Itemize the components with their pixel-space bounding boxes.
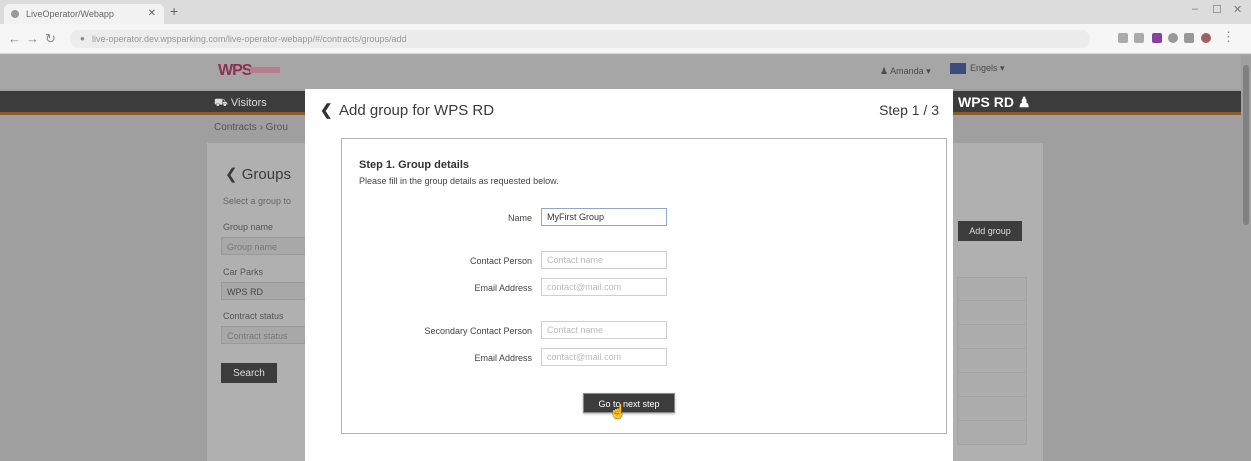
reload-icon[interactable]: ↻: [45, 31, 56, 47]
extension-icon[interactable]: [1134, 33, 1144, 43]
table-row[interactable]: [957, 373, 1027, 397]
car-icon: ⛟: [214, 97, 231, 109]
secondary-contact-input[interactable]: [541, 321, 667, 339]
secondary-contact-label: Secondary Contact Person: [424, 326, 532, 336]
app-header: WPS ♟ Amanda ▾ Engels ▾: [0, 55, 1251, 89]
name-label: Name: [507, 213, 532, 223]
section-title: Step 1. Group details: [359, 159, 470, 171]
wps-logo: WPS: [218, 62, 252, 79]
browser-tab[interactable]: LiveOperator/Webapp ✕: [4, 4, 164, 24]
email-input[interactable]: [541, 278, 667, 296]
groups-instruction: Select a group to: [223, 196, 292, 206]
breadcrumb[interactable]: Contracts › Grou: [214, 122, 288, 133]
extension-icon[interactable]: [1152, 33, 1162, 43]
car-park-select[interactable]: WPS RD: [221, 282, 317, 300]
browser-menu-icon[interactable]: ⋮: [1222, 29, 1235, 45]
group-details-form: Step 1. Group details Please fill in the…: [341, 138, 947, 434]
search-button[interactable]: Search: [221, 363, 277, 383]
next-step-button[interactable]: Go to next step: [583, 393, 675, 413]
section-subtitle: Please fill in the group details as requ…: [359, 176, 559, 186]
step-indicator: Step 1 / 3: [879, 102, 939, 118]
groups-title: ❮ Groups: [225, 166, 291, 183]
back-chevron-icon[interactable]: ❮: [225, 166, 238, 183]
modal-title: Add group for WPS RD: [339, 102, 495, 119]
secondary-email-label: Email Address: [474, 353, 532, 363]
page-scrollbar[interactable]: [1241, 55, 1251, 461]
minimize-icon[interactable]: –: [1192, 3, 1198, 15]
contract-status-label: Contract status: [223, 311, 284, 321]
modal-back-icon[interactable]: ❮: [320, 101, 333, 119]
groups-table: [957, 277, 1027, 461]
address-bar[interactable]: ● live-operator.dev.wpsparking.com/live-…: [70, 30, 1090, 48]
maximize-icon[interactable]: ☐: [1212, 3, 1222, 16]
table-row[interactable]: [957, 277, 1027, 301]
back-icon[interactable]: ←: [8, 31, 21, 46]
email-label: Email Address: [474, 283, 532, 293]
scrollbar-thumb[interactable]: [1243, 65, 1249, 225]
window-close-icon[interactable]: ✕: [1233, 3, 1242, 16]
group-name-filter[interactable]: Group name: [221, 237, 317, 255]
group-name-label: Group name: [223, 222, 274, 232]
car-park-title: WPS RD ♟: [958, 94, 1031, 110]
logo-tagline: [250, 67, 280, 73]
bookmark-icon[interactable]: [1118, 33, 1128, 43]
forward-icon[interactable]: →: [26, 31, 39, 46]
add-group-button[interactable]: Add group: [958, 221, 1022, 241]
extensions-puzzle-icon[interactable]: [1184, 33, 1194, 43]
browser-tabstrip: LiveOperator/Webapp ✕ + – ☐ ✕: [0, 0, 1251, 24]
url-text: live-operator.dev.wpsparking.com/live-op…: [92, 34, 407, 44]
contact-person-label: Contact Person: [469, 256, 532, 266]
mouse-cursor-icon: ☝: [609, 403, 627, 419]
user-icon: ♟: [880, 66, 891, 76]
favicon-icon: [11, 10, 19, 18]
user-menu[interactable]: ♟ Amanda ▾: [880, 66, 931, 77]
secondary-email-input[interactable]: [541, 348, 667, 366]
table-row[interactable]: [957, 325, 1027, 349]
tab-close-icon[interactable]: ✕: [148, 8, 156, 19]
flag-icon: [950, 63, 966, 75]
browser-toolbar: ← → ↻ ● live-operator.dev.wpsparking.com…: [0, 24, 1251, 54]
name-input[interactable]: [541, 208, 667, 226]
extension-icon[interactable]: [1168, 33, 1178, 43]
profile-avatar-icon[interactable]: [1201, 33, 1211, 43]
car-park-label: Car Parks: [223, 267, 264, 277]
contact-person-input[interactable]: [541, 251, 667, 269]
new-tab-button[interactable]: +: [170, 3, 178, 19]
tab-title: LiveOperator/Webapp: [26, 9, 114, 19]
nav-item-visitors[interactable]: ⛟ Visitors: [214, 97, 267, 111]
table-row[interactable]: [957, 301, 1027, 325]
table-row[interactable]: [957, 421, 1027, 445]
table-row[interactable]: [957, 397, 1027, 421]
lock-icon: ●: [80, 34, 85, 43]
language-menu[interactable]: Engels ▾: [950, 63, 1005, 75]
table-row[interactable]: [957, 349, 1027, 373]
add-group-modal: ❮ Add group for WPS RD Step 1 / 3 Step 1…: [305, 89, 953, 461]
contract-status-select[interactable]: Contract status: [221, 326, 317, 344]
